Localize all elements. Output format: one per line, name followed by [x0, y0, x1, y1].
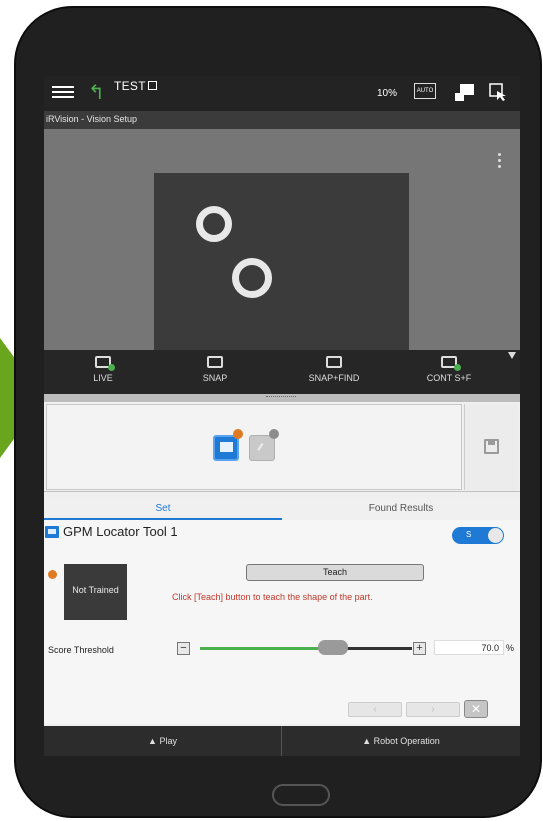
live-camera-icon: [95, 356, 115, 371]
teach-pendant-icon[interactable]: [454, 82, 476, 102]
tab-set[interactable]: Set: [44, 503, 282, 514]
save-icon[interactable]: [484, 439, 499, 454]
panel-splitter[interactable]: [44, 394, 520, 402]
warning-badge-icon: [233, 429, 243, 439]
home-button[interactable]: [272, 784, 330, 806]
tab-found-results[interactable]: Found Results: [282, 503, 520, 514]
save-panel: [464, 404, 518, 490]
window-title: iRVision - Vision Setup: [44, 111, 520, 129]
play-button[interactable]: ▲ Play: [44, 726, 282, 756]
camera-image-view[interactable]: [44, 129, 520, 350]
tool-enable-toggle[interactable]: S: [452, 527, 504, 544]
back-arrow-icon[interactable]: ↰: [88, 83, 108, 103]
tool-tree: [46, 404, 462, 490]
increase-button[interactable]: +: [413, 642, 426, 655]
cont-snap-find-button[interactable]: CONT S+F: [414, 356, 484, 390]
result-tabs: Set Found Results: [44, 498, 520, 520]
toggle-label: S: [466, 530, 472, 539]
live-button[interactable]: LIVE: [68, 356, 138, 390]
cont-snap-find-icon: [441, 356, 461, 371]
slider-knob[interactable]: [318, 640, 348, 655]
teach-button[interactable]: Teach: [246, 564, 424, 581]
top-status-bar: ↰ TEST 10% AUTO: [44, 76, 520, 111]
snap-find-button[interactable]: SNAP+FIND: [299, 356, 369, 390]
snap-button[interactable]: SNAP: [180, 356, 250, 390]
menu-icon[interactable]: [52, 84, 74, 102]
robot-operation-button[interactable]: ▲ Robot Operation: [282, 726, 520, 756]
warning-dot-icon: [48, 570, 57, 579]
splitter-grip: [266, 396, 296, 398]
snap-camera-icon: [207, 356, 223, 368]
program-name[interactable]: TEST: [114, 79, 157, 93]
score-threshold-label: Score Threshold: [48, 645, 114, 655]
bottom-bar: ▲ Play ▲ Robot Operation: [44, 726, 520, 756]
more-options-icon[interactable]: [498, 153, 501, 171]
locator-tool-icon: [45, 526, 59, 538]
teach-pendant-screen: ↰ TEST 10% AUTO iRVision - Vision Setup …: [44, 76, 520, 756]
info-badge-icon: [269, 429, 279, 439]
next-button[interactable]: ›: [406, 702, 460, 717]
override-percent[interactable]: 10%: [377, 88, 397, 99]
add-tool-icon[interactable]: [249, 435, 275, 461]
auto-mode-icon: AUTO: [414, 83, 436, 99]
snap-find-icon: [326, 356, 342, 368]
expand-toolbar-icon[interactable]: [508, 352, 516, 359]
camera-toolbar: LIVE SNAP SNAP+FIND CONT S+F: [44, 350, 520, 394]
part-ring: [232, 258, 272, 298]
slider-fill: [200, 647, 330, 650]
toggle-knob: [488, 528, 503, 543]
touch-hand-icon[interactable]: [488, 82, 508, 102]
score-unit: %: [506, 643, 515, 653]
model-pattern-preview: Not Trained: [64, 564, 127, 620]
decrease-button[interactable]: −: [177, 642, 190, 655]
score-threshold-input[interactable]: 70.0: [434, 640, 504, 655]
tool-settings-panel: GPM Locator Tool 1 S Not Trained Teach C…: [44, 520, 520, 724]
program-select-icon: [147, 81, 157, 90]
teach-message: Click [Teach] button to teach the shape …: [172, 592, 373, 602]
close-button[interactable]: ✕: [464, 700, 488, 718]
tool-name: GPM Locator Tool 1: [63, 524, 178, 539]
gpm-locator-tool-icon[interactable]: [213, 435, 239, 461]
part-ring: [196, 206, 232, 242]
prev-button[interactable]: ‹: [348, 702, 402, 717]
tool-tree-panel: [44, 402, 520, 492]
camera-snapshot: [154, 173, 409, 350]
